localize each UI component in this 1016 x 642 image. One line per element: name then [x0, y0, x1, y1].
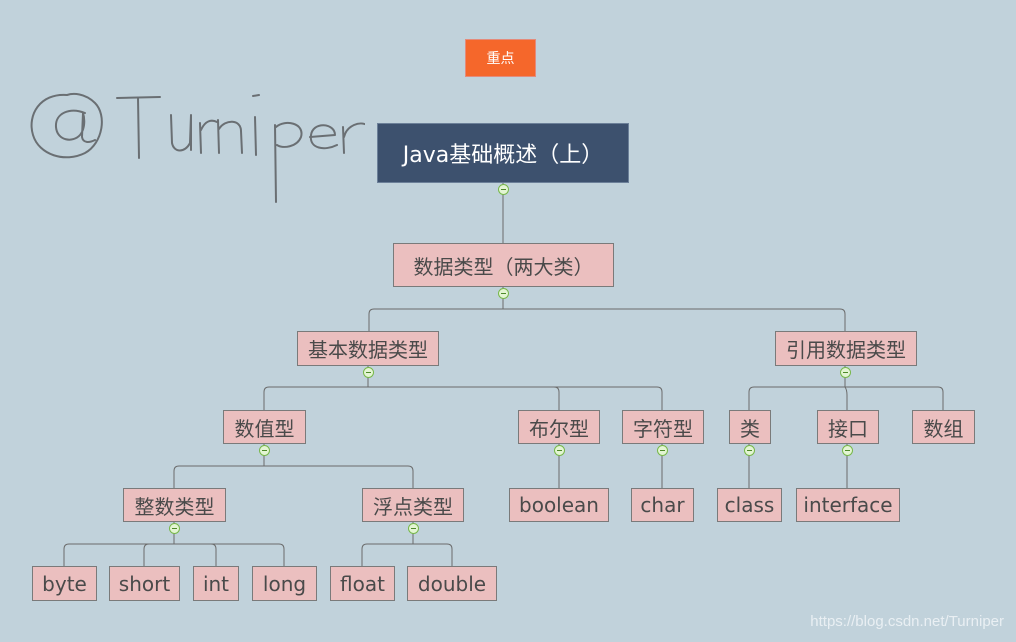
leaf-float[interactable]: float	[330, 566, 395, 601]
node-floating-types[interactable]: 浮点类型	[362, 488, 464, 522]
leaf-boolean[interactable]: boolean	[509, 488, 609, 522]
node-boolean-type[interactable]: 布尔型	[518, 410, 600, 444]
node-data-types[interactable]: 数据类型（两大类）	[393, 243, 614, 287]
node-array-cn[interactable]: 数组	[912, 410, 975, 444]
leaf-long[interactable]: long	[252, 566, 317, 601]
collapse-icon[interactable]	[554, 445, 565, 456]
collapse-icon[interactable]	[744, 445, 755, 456]
root-node[interactable]: Java基础概述（上）	[377, 123, 629, 183]
leaf-short[interactable]: short	[109, 566, 180, 601]
node-primitive-types[interactable]: 基本数据类型	[297, 331, 439, 366]
connector-lines	[63, 183, 944, 567]
leaf-interface[interactable]: interface	[796, 488, 900, 522]
leaf-double[interactable]: double	[407, 566, 497, 601]
leaf-int[interactable]: int	[193, 566, 239, 601]
collapse-icon[interactable]	[259, 445, 270, 456]
leaf-byte[interactable]: byte	[32, 566, 97, 601]
collapse-icon[interactable]	[498, 184, 509, 195]
collapse-icon[interactable]	[842, 445, 853, 456]
collapse-icon[interactable]	[169, 523, 180, 534]
leaf-char[interactable]: char	[631, 488, 694, 522]
node-integer-types[interactable]: 整数类型	[123, 488, 226, 522]
node-numeric[interactable]: 数值型	[223, 410, 306, 444]
watermark: https://blog.csdn.net/Turniper	[810, 613, 1004, 630]
collapse-icon[interactable]	[363, 367, 374, 378]
collapse-icon[interactable]	[657, 445, 668, 456]
node-char-type[interactable]: 字符型	[622, 410, 704, 444]
node-reference-types[interactable]: 引用数据类型	[775, 331, 917, 366]
collapse-icon[interactable]	[840, 367, 851, 378]
leaf-class[interactable]: class	[717, 488, 782, 522]
node-interface-cn[interactable]: 接口	[817, 410, 879, 444]
collapse-icon[interactable]	[408, 523, 419, 534]
node-class-cn[interactable]: 类	[729, 410, 771, 444]
collapse-icon[interactable]	[498, 288, 509, 299]
